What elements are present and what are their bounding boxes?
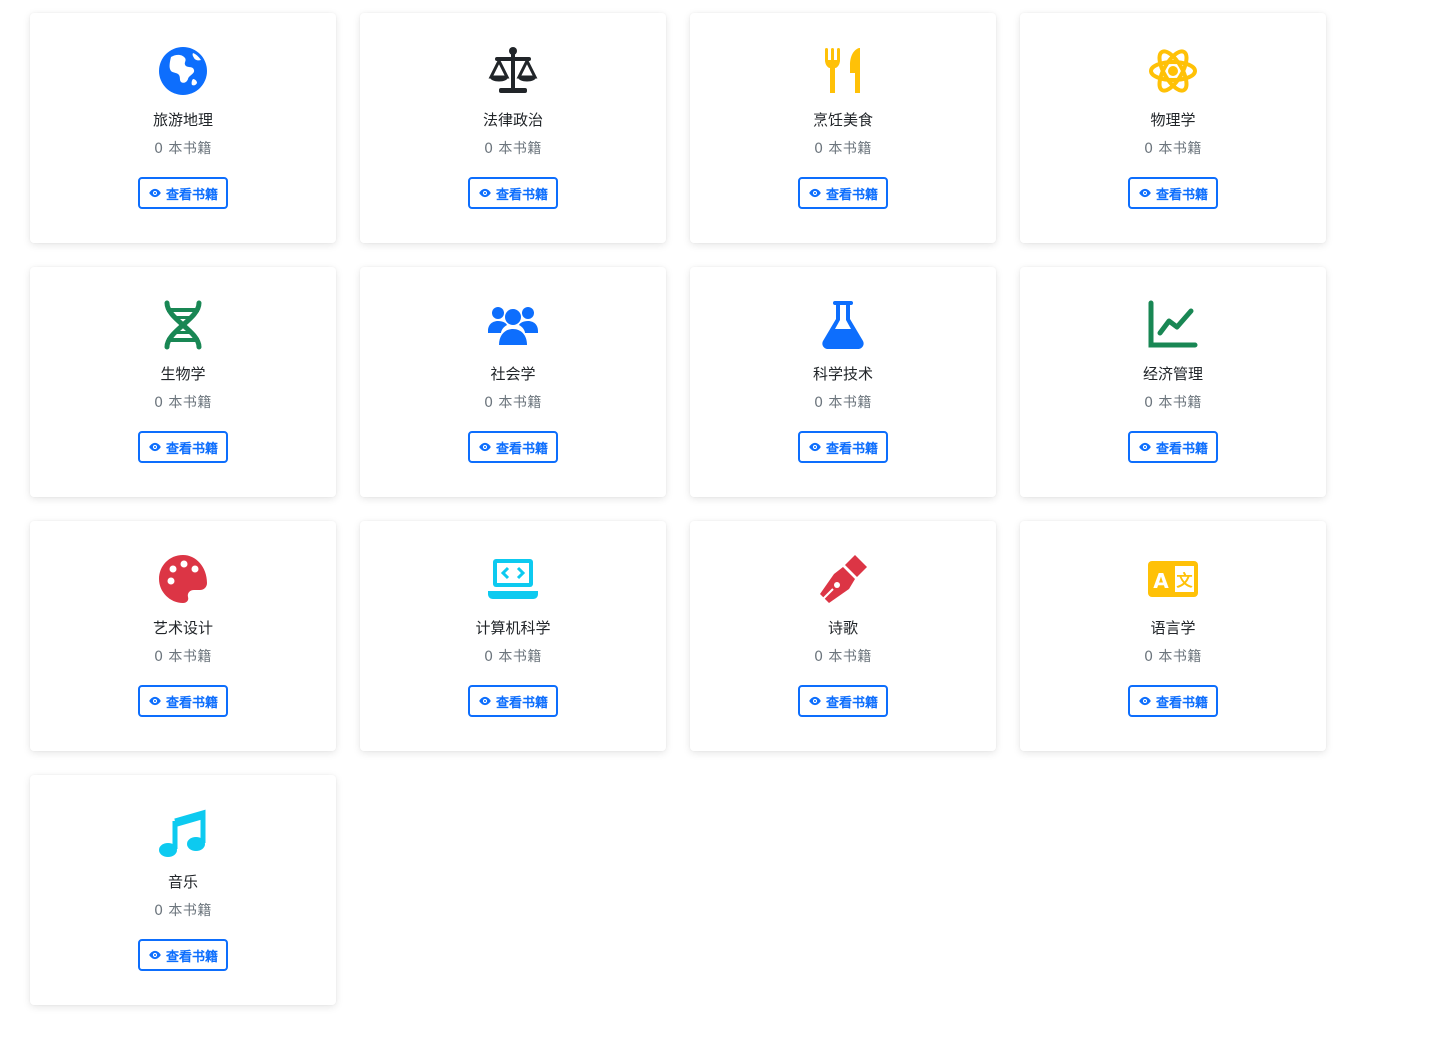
category-name: 计算机科学 — [475, 619, 551, 637]
view-books-label: 查看书籍 — [495, 441, 548, 457]
eye-icon — [1138, 186, 1152, 200]
eye-icon — [148, 948, 162, 962]
laptop-code-icon — [483, 553, 543, 605]
eye-icon — [478, 186, 492, 200]
flask-icon — [813, 299, 873, 351]
category-card: 诗歌 0 本书籍 查看书籍 — [690, 521, 996, 751]
category-name: 音乐 — [167, 873, 198, 891]
view-books-button[interactable]: 查看书籍 — [797, 685, 888, 717]
category-book-count: 0 本书籍 — [814, 649, 872, 665]
scale-icon — [483, 45, 543, 97]
view-books-button[interactable]: 查看书籍 — [1127, 177, 1218, 209]
category-book-count: 0 本书籍 — [484, 395, 542, 411]
eye-icon — [1138, 694, 1152, 708]
category-book-count: 0 本书籍 — [1144, 395, 1202, 411]
category-name: 社会学 — [490, 365, 536, 383]
category-card: 社会学 0 本书籍 查看书籍 — [360, 267, 666, 497]
view-books-label: 查看书籍 — [825, 695, 878, 711]
category-card: 物理学 0 本书籍 查看书籍 — [1020, 13, 1326, 243]
view-books-label: 查看书籍 — [165, 949, 218, 965]
dna-icon — [153, 299, 213, 351]
view-books-button[interactable]: 查看书籍 — [137, 939, 228, 971]
category-card: 旅游地理 0 本书籍 查看书籍 — [30, 13, 336, 243]
category-card: 计算机科学 0 本书籍 查看书籍 — [360, 521, 666, 751]
category-name: 科学技术 — [812, 365, 873, 383]
view-books-label: 查看书籍 — [825, 187, 878, 203]
utensils-icon — [813, 45, 873, 97]
view-books-button[interactable]: 查看书籍 — [137, 177, 228, 209]
category-book-count: 0 本书籍 — [814, 141, 872, 157]
category-card: A文 语言学 0 本书籍 查看书籍 — [1020, 521, 1326, 751]
category-book-count: 0 本书籍 — [484, 141, 542, 157]
eye-icon — [148, 694, 162, 708]
view-books-button[interactable]: 查看书籍 — [1127, 431, 1218, 463]
svg-text:文: 文 — [1176, 571, 1193, 590]
category-card: 烹饪美食 0 本书籍 查看书籍 — [690, 13, 996, 243]
category-book-count: 0 本书籍 — [154, 395, 212, 411]
category-card: 经济管理 0 本书籍 查看书籍 — [1020, 267, 1326, 497]
category-name: 物理学 — [1150, 111, 1196, 129]
chart-line-icon — [1143, 299, 1203, 351]
view-books-label: 查看书籍 — [495, 695, 548, 711]
users-icon — [483, 299, 543, 351]
category-name: 法律政治 — [482, 111, 543, 129]
view-books-button[interactable]: 查看书籍 — [467, 685, 558, 717]
category-name: 烹饪美食 — [812, 111, 873, 129]
category-name: 生物学 — [160, 365, 206, 383]
category-book-count: 0 本书籍 — [1144, 141, 1202, 157]
language-icon: A文 — [1143, 553, 1203, 605]
category-name: 语言学 — [1150, 619, 1196, 637]
view-books-button[interactable]: 查看书籍 — [467, 177, 558, 209]
category-name: 经济管理 — [1142, 365, 1203, 383]
category-book-count: 0 本书籍 — [814, 395, 872, 411]
eye-icon — [148, 440, 162, 454]
category-card: 艺术设计 0 本书籍 查看书籍 — [30, 521, 336, 751]
eye-icon — [478, 694, 492, 708]
pen-nib-icon — [813, 553, 873, 605]
atom-icon — [1143, 45, 1203, 97]
view-books-label: 查看书籍 — [495, 187, 548, 203]
view-books-label: 查看书籍 — [165, 441, 218, 457]
eye-icon — [808, 440, 822, 454]
eye-icon — [808, 694, 822, 708]
music-icon — [153, 807, 213, 859]
eye-icon — [478, 440, 492, 454]
view-books-button[interactable]: 查看书籍 — [137, 431, 228, 463]
category-card: 音乐 0 本书籍 查看书籍 — [30, 775, 336, 1005]
category-book-count: 0 本书籍 — [484, 649, 542, 665]
category-card: 生物学 0 本书籍 查看书籍 — [30, 267, 336, 497]
category-book-count: 0 本书籍 — [154, 649, 212, 665]
view-books-button[interactable]: 查看书籍 — [467, 431, 558, 463]
category-name: 艺术设计 — [152, 619, 213, 637]
view-books-label: 查看书籍 — [1155, 187, 1208, 203]
view-books-button[interactable]: 查看书籍 — [137, 685, 228, 717]
view-books-label: 查看书籍 — [165, 187, 218, 203]
category-name: 诗歌 — [827, 619, 858, 637]
palette-icon — [153, 553, 213, 605]
category-card: 科学技术 0 本书籍 查看书籍 — [690, 267, 996, 497]
view-books-label: 查看书籍 — [1155, 441, 1208, 457]
view-books-button[interactable]: 查看书籍 — [797, 177, 888, 209]
eye-icon — [148, 186, 162, 200]
view-books-button[interactable]: 查看书籍 — [797, 431, 888, 463]
category-grid: 旅游地理 0 本书籍 查看书籍 法律政治 0 本书籍 查看书籍 烹饪美食 0 本… — [30, 13, 1330, 1005]
category-card: 法律政治 0 本书籍 查看书籍 — [360, 13, 666, 243]
category-name: 旅游地理 — [152, 111, 213, 129]
view-books-label: 查看书籍 — [1155, 695, 1208, 711]
eye-icon — [1138, 440, 1152, 454]
category-book-count: 0 本书籍 — [154, 903, 212, 919]
category-book-count: 0 本书籍 — [154, 141, 212, 157]
globe-icon — [153, 45, 213, 97]
view-books-button[interactable]: 查看书籍 — [1127, 685, 1218, 717]
svg-text:A: A — [1153, 569, 1169, 593]
view-books-label: 查看书籍 — [165, 695, 218, 711]
eye-icon — [808, 186, 822, 200]
view-books-label: 查看书籍 — [825, 441, 878, 457]
category-book-count: 0 本书籍 — [1144, 649, 1202, 665]
